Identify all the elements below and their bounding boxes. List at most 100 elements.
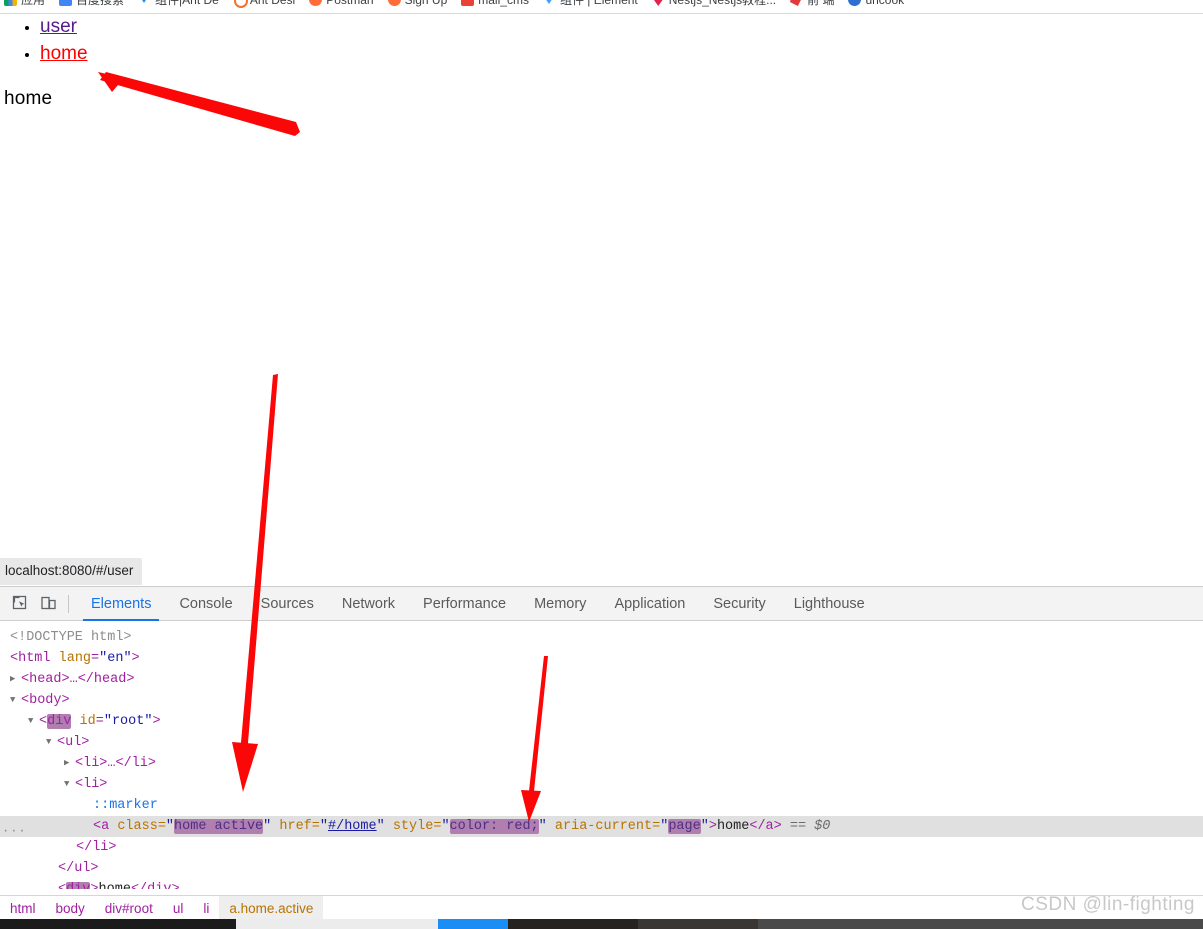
bookmark-item[interactable]: uncook xyxy=(848,0,904,7)
anchor-text: home xyxy=(716,819,750,834)
breadcrumb-item[interactable]: li xyxy=(193,896,219,921)
dom-row-li-close[interactable]: </li> xyxy=(0,837,1203,858)
pink-folder-icon xyxy=(790,0,804,6)
baidu-icon xyxy=(59,0,73,6)
attr-href-value[interactable]: #/home xyxy=(328,819,377,834)
expand-triangle-icon[interactable] xyxy=(10,669,21,690)
tag-html: html xyxy=(18,651,51,666)
breadcrumb-item[interactable]: a.home.active xyxy=(219,896,324,921)
bookmark-item[interactable]: Postman xyxy=(309,0,374,7)
tag-div: div xyxy=(66,882,91,889)
bookmark-item[interactable]: 组件 | Element xyxy=(543,0,638,8)
link-home[interactable]: home xyxy=(40,43,88,64)
browser-window: 应用 百度搜索 组件|Ant De Ant Desi Postman Sign Up mal… xyxy=(0,0,1203,929)
collapse-triangle-icon[interactable] xyxy=(46,732,57,753)
dom-row-doctype[interactable]: <!DOCTYPE html> xyxy=(0,627,1203,648)
anchor-close: </a> xyxy=(749,819,782,834)
bookmark-label: Ant Desi xyxy=(250,0,295,7)
breadcrumb-item[interactable]: div#root xyxy=(95,896,163,921)
tab-security[interactable]: Security xyxy=(699,587,779,621)
tab-elements[interactable]: Elements xyxy=(77,587,165,621)
tab-memory[interactable]: Memory xyxy=(520,587,600,621)
page-viewport: user home home xyxy=(0,14,1203,581)
bookmark-item[interactable]: 应用 xyxy=(4,0,45,8)
li-close: </li> xyxy=(76,840,117,855)
breadcrumb-item[interactable]: body xyxy=(46,896,95,921)
dom-row-marker[interactable]: ::marker xyxy=(0,795,1203,816)
bookmark-item[interactable]: Sign Up xyxy=(387,0,448,7)
element-shield-icon xyxy=(543,0,556,6)
attr-id: id xyxy=(79,714,96,729)
attr-href: href= xyxy=(279,819,320,834)
quote: " xyxy=(700,819,709,834)
taskbar-segment xyxy=(638,919,758,929)
dom-row-ul-close[interactable]: </ul> xyxy=(0,858,1203,879)
bookmark-item[interactable]: mall_cms xyxy=(461,0,529,7)
apps-grid-icon xyxy=(4,0,17,6)
breadcrumb-item[interactable]: html xyxy=(0,896,46,921)
breadcrumb-item[interactable]: ul xyxy=(163,896,194,921)
dom-row-li-collapsed[interactable]: <li>…</li> xyxy=(0,753,1203,774)
quote: " xyxy=(319,819,328,834)
taskbar-segment xyxy=(236,919,438,929)
dom-row-body[interactable]: <body> xyxy=(0,690,1203,711)
bookmark-item[interactable]: 组件|Ant De xyxy=(138,0,219,8)
link-user[interactable]: user xyxy=(40,16,77,37)
signup-icon xyxy=(387,0,401,6)
quote: " xyxy=(376,819,385,834)
collapse-triangle-icon[interactable] xyxy=(28,711,39,732)
dom-row-ul[interactable]: <ul> xyxy=(0,732,1203,753)
tab-performance[interactable]: Performance xyxy=(409,587,520,621)
chevron-blue-icon xyxy=(138,0,151,6)
tab-sources[interactable]: Sources xyxy=(247,587,328,621)
list-item: user xyxy=(40,14,1203,41)
tab-console[interactable]: Console xyxy=(165,587,246,621)
quote: " xyxy=(165,819,175,834)
attr-lang-value: "en" xyxy=(99,651,132,666)
dom-row-selected-anchor[interactable]: ··· <a class="home active" href="#/home" … xyxy=(0,816,1203,838)
tab-network[interactable]: Network xyxy=(328,587,409,621)
quote: " xyxy=(263,819,272,834)
doctype-text: <!DOCTYPE html> xyxy=(10,630,132,645)
li-open: <li> xyxy=(75,777,108,792)
inspect-element-icon[interactable] xyxy=(6,591,34,617)
bookmark-item[interactable]: 前 端 xyxy=(790,0,834,8)
bookmark-item[interactable]: Nestjs_Nestjs教程... xyxy=(651,0,776,8)
attr-style-value: color: red; xyxy=(449,819,539,834)
collapse-triangle-icon[interactable] xyxy=(10,690,21,711)
tab-application[interactable]: Application xyxy=(600,587,699,621)
expand-triangle-icon[interactable] xyxy=(64,753,75,774)
dom-row-div-root[interactable]: <div id="root"> xyxy=(0,711,1203,732)
tab-lighthouse[interactable]: Lighthouse xyxy=(780,587,879,621)
tag-div-root: div xyxy=(47,714,72,729)
nestjs-icon xyxy=(651,0,665,6)
postman-icon xyxy=(309,0,323,6)
collapse-triangle-icon[interactable] xyxy=(64,774,75,795)
bookmark-label: Postman xyxy=(326,0,373,7)
ant-design-icon xyxy=(233,0,248,8)
head-collapsed: <head>…</head> xyxy=(21,672,135,687)
attr-class: class= xyxy=(117,819,166,834)
quote: " xyxy=(538,819,547,834)
bookmark-label: 应用 xyxy=(21,0,46,7)
dom-tree[interactable]: <!DOCTYPE html> <html lang="en"> <head>…… xyxy=(0,621,1203,889)
dom-row-div-text[interactable]: <div>home</div> xyxy=(0,879,1203,889)
body-open: <body> xyxy=(21,693,70,708)
anchor-open: <a xyxy=(93,819,110,834)
bookmark-label: 前 端 xyxy=(807,0,835,7)
device-toolbar-icon[interactable] xyxy=(34,591,62,617)
bookmark-label: 百度搜索 xyxy=(76,0,125,7)
os-taskbar xyxy=(0,919,1203,929)
bookmark-label: mall_cms xyxy=(478,0,529,7)
list-item: home xyxy=(40,41,1203,68)
console-ref: == $0 xyxy=(789,819,831,834)
bookmark-item[interactable]: 百度搜索 xyxy=(59,0,124,8)
bookmark-label: Sign Up xyxy=(405,0,448,7)
dom-row-head[interactable]: <head>…</head> xyxy=(0,669,1203,690)
mail-icon xyxy=(461,0,475,6)
dom-row-li-open[interactable]: <li> xyxy=(0,774,1203,795)
attr-aria-value: page xyxy=(668,819,701,834)
bookmark-item[interactable]: Ant Desi xyxy=(233,0,295,8)
taskbar-segment xyxy=(508,919,638,929)
dom-row-html[interactable]: <html lang="en"> xyxy=(0,648,1203,669)
